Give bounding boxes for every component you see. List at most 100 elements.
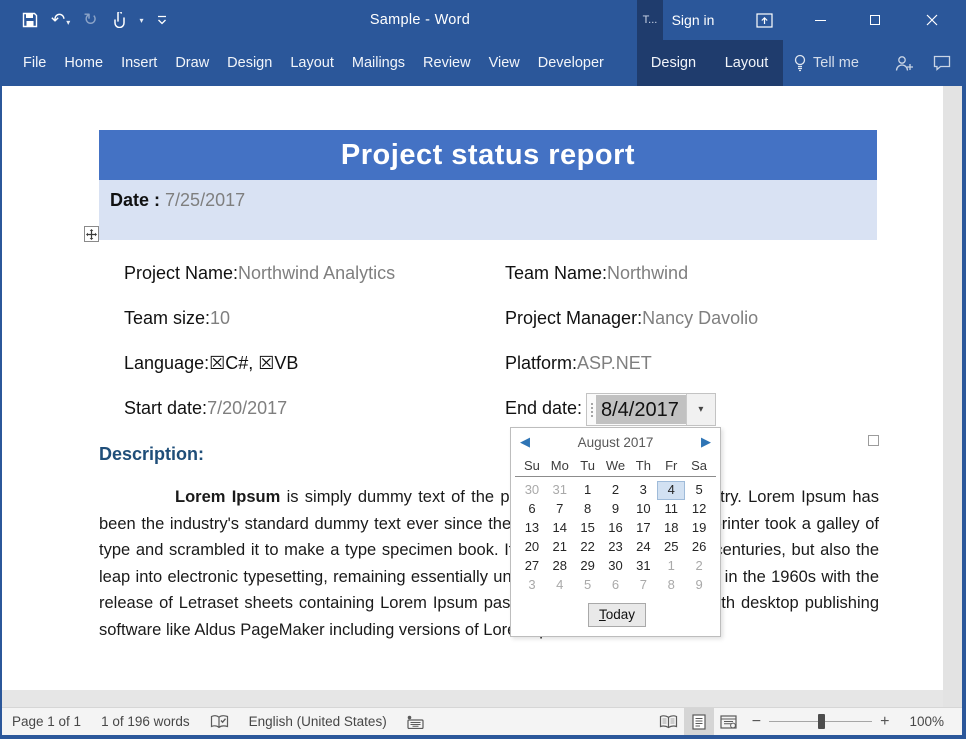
calendar-day-selected[interactable]: 4 (657, 481, 685, 500)
sign-in-button[interactable]: Sign in (660, 0, 726, 40)
calendar-day[interactable]: 27 (518, 557, 546, 576)
proofing-icon[interactable] (210, 714, 229, 730)
platform-value[interactable]: ASP.NET (577, 353, 652, 373)
calendar-day[interactable]: 5 (685, 481, 713, 500)
calendar-day[interactable]: 30 (602, 557, 630, 576)
tab-home[interactable]: Home (55, 40, 112, 86)
team-size-value[interactable]: 10 (210, 308, 230, 328)
calendar-day[interactable]: 11 (657, 500, 685, 519)
calendar-day[interactable]: 31 (546, 481, 574, 500)
macro-record-icon[interactable] (407, 715, 424, 729)
project-manager-value[interactable]: Nancy Davolio (642, 308, 758, 328)
calendar-day[interactable]: 25 (657, 538, 685, 557)
tell-me-button[interactable]: Tell me (793, 40, 859, 86)
previous-month-icon[interactable]: ◀ (520, 434, 530, 450)
tab-view[interactable]: View (480, 40, 529, 86)
project-name-value[interactable]: Northwind Analytics (238, 263, 395, 283)
date-picker-dropdown-button[interactable]: ▾ (686, 394, 715, 425)
read-mode-button[interactable] (654, 708, 684, 735)
zoom-out-button[interactable]: − (744, 713, 769, 731)
calendar-day[interactable]: 1 (657, 557, 685, 576)
calendar-day[interactable]: 8 (574, 500, 602, 519)
zoom-slider-thumb[interactable] (818, 714, 825, 729)
tab-design[interactable]: Design (218, 40, 281, 86)
table-resize-handle[interactable] (868, 435, 879, 446)
next-month-icon[interactable]: ▶ (701, 434, 711, 450)
calendar-day[interactable]: 4 (546, 576, 574, 595)
calendar-day[interactable]: 14 (546, 519, 574, 538)
calendar-week-row: 3456789 (518, 576, 713, 595)
calendar-day[interactable]: 26 (685, 538, 713, 557)
calendar-day[interactable]: 6 (518, 500, 546, 519)
end-date-picker-control[interactable]: 8/4/2017 ▾ (586, 393, 716, 426)
calendar-day[interactable]: 22 (574, 538, 602, 557)
calendar-day[interactable]: 20 (518, 538, 546, 557)
calendar-day[interactable]: 12 (685, 500, 713, 519)
today-button[interactable]: Today (588, 603, 646, 627)
calendar-day[interactable]: 8 (657, 576, 685, 595)
tab-developer[interactable]: Developer (529, 40, 613, 86)
calendar-day[interactable]: 31 (629, 557, 657, 576)
tab-draw[interactable]: Draw (166, 40, 218, 86)
calendar-day[interactable]: 6 (602, 576, 630, 595)
content-control-handle-icon[interactable] (587, 394, 596, 425)
calendar-day[interactable]: 5 (574, 576, 602, 595)
date-value[interactable]: 7/25/2017 (165, 190, 245, 210)
table-move-handle-icon[interactable] (84, 226, 99, 242)
calendar-day[interactable]: 29 (574, 557, 602, 576)
tab-file[interactable]: File (14, 40, 55, 86)
comments-icon[interactable] (933, 40, 951, 86)
print-layout-button[interactable] (684, 708, 714, 735)
end-date-value[interactable]: 8/4/2017 (596, 395, 686, 424)
share-person-icon[interactable] (895, 40, 914, 86)
contextual-tab-layout[interactable]: Layout (710, 40, 783, 86)
zoom-slider[interactable] (769, 714, 872, 729)
minimize-button[interactable] (797, 0, 843, 40)
tab-layout[interactable]: Layout (281, 40, 343, 86)
horizontal-scrollbar[interactable] (2, 690, 943, 707)
tab-review[interactable]: Review (414, 40, 480, 86)
calendar-day[interactable]: 7 (546, 500, 574, 519)
tab-mailings[interactable]: Mailings (343, 40, 414, 86)
date-label: Date : (110, 190, 160, 210)
language-indicator[interactable]: English (United States) (249, 714, 387, 729)
zoom-in-button[interactable]: + (872, 713, 897, 731)
calendar-day[interactable]: 7 (629, 576, 657, 595)
calendar-day[interactable]: 15 (574, 519, 602, 538)
calendar-day[interactable]: 24 (629, 538, 657, 557)
calendar-day[interactable]: 23 (602, 538, 630, 557)
calendar-day[interactable]: 16 (602, 519, 630, 538)
calendar-day[interactable]: 2 (685, 557, 713, 576)
end-date-label: End date: (505, 398, 582, 418)
vertical-scrollbar[interactable] (943, 86, 962, 707)
calendar-day[interactable]: 17 (629, 519, 657, 538)
start-date-value[interactable]: 7/20/2017 (207, 398, 287, 418)
language-checkboxes[interactable]: ☒C#, ☒VB (209, 353, 298, 373)
calendar-day[interactable]: 28 (546, 557, 574, 576)
page-indicator[interactable]: Page 1 of 1 (12, 714, 81, 729)
calendar-day[interactable]: 3 (629, 481, 657, 500)
zoom-percentage[interactable]: 100% (909, 714, 944, 729)
calendar-day[interactable]: 13 (518, 519, 546, 538)
ribbon-display-options-button[interactable] (744, 0, 784, 40)
web-layout-button[interactable] (714, 708, 744, 735)
tab-insert[interactable]: Insert (112, 40, 166, 86)
document-page[interactable]: Project status report Date : 7/25/2017 P… (2, 86, 943, 690)
body-paragraph[interactable]: Lorem Ipsum is simply dummy text of the … (99, 484, 879, 644)
team-name-value[interactable]: Northwind (607, 263, 688, 283)
maximize-button[interactable] (852, 0, 898, 40)
calendar-day[interactable]: 21 (546, 538, 574, 557)
calendar-day[interactable]: 19 (685, 519, 713, 538)
close-button[interactable] (906, 0, 958, 40)
calendar-day[interactable]: 9 (685, 576, 713, 595)
calendar-day[interactable]: 10 (629, 500, 657, 519)
calendar-day[interactable]: 30 (518, 481, 546, 500)
contextual-tab-design[interactable]: Design (637, 40, 710, 86)
calendar-day[interactable]: 9 (602, 500, 630, 519)
calendar-day[interactable]: 1 (574, 481, 602, 500)
calendar-day[interactable]: 18 (657, 519, 685, 538)
calendar-day[interactable]: 3 (518, 576, 546, 595)
word-count[interactable]: 1 of 196 words (101, 714, 190, 729)
field-row: Team size:10 Project Manager:Nancy Davol… (99, 308, 889, 332)
calendar-day[interactable]: 2 (602, 481, 630, 500)
